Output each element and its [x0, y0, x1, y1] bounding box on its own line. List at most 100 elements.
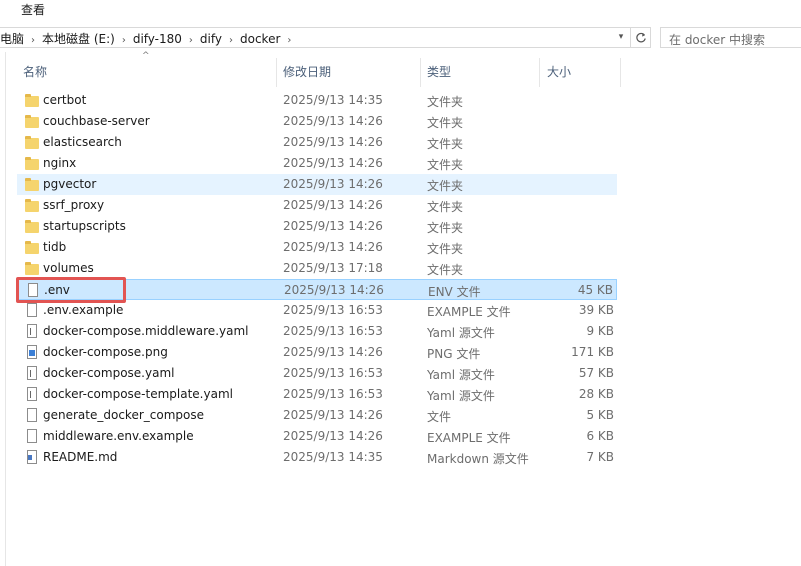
file-name: startupscripts [43, 219, 126, 233]
file-type: Markdown 源文件 [427, 452, 529, 466]
refresh-button[interactable] [631, 27, 651, 48]
file-name: nginx [43, 156, 77, 170]
file-type: Yaml 源文件 [427, 326, 495, 340]
file-size: 39 KB [578, 303, 614, 317]
file-date: 2025/9/13 16:53 [283, 387, 383, 401]
file-row[interactable]: startupscripts 2025/9/13 14:26 文件夹 [17, 216, 617, 237]
file-name: couchbase-server [43, 114, 150, 128]
column-header-date[interactable]: 修改日期 [283, 63, 331, 80]
file-row[interactable]: generate_docker_compose 2025/9/13 14:26 文件… [17, 405, 617, 426]
file-size: 57 KB [578, 366, 614, 380]
folder-icon [25, 135, 39, 150]
file-row[interactable]: docker-compose-template.yaml 2025/9/13 16… [17, 384, 617, 405]
file-name: docker-compose.png [43, 345, 168, 359]
file-size: 45 KB [577, 283, 613, 297]
file-row[interactable]: docker-compose.yaml 2025/9/13 16:53 Yaml 源… [17, 363, 617, 384]
file-row[interactable]: docker-compose.middleware.yaml 2025/9/13 … [17, 321, 617, 342]
file-size: 28 KB [578, 387, 614, 401]
file-date: 2025/9/13 14:26 [284, 283, 384, 297]
column-header-size[interactable]: 大小 [547, 63, 571, 80]
file-type: Yaml 源文件 [427, 368, 495, 382]
file-type: ENV 文件 [428, 285, 481, 299]
file-date: 2025/9/13 14:26 [283, 240, 383, 254]
folder-icon [25, 156, 39, 171]
file-type: 文件夹 [427, 137, 464, 151]
file-name: .env [44, 283, 70, 297]
navigation-pane-edge [5, 52, 6, 566]
file-name: README.md [43, 450, 118, 464]
file-date: 2025/9/13 14:26 [283, 345, 383, 359]
file-date: 2025/9/13 14:35 [283, 450, 383, 464]
column-header-name[interactable]: 名称 [23, 63, 47, 80]
file-type: 文件夹 [427, 116, 464, 130]
file-type: 文件夹 [427, 158, 464, 172]
file-row[interactable]: README.md 2025/9/13 14:35 Markdown 源文件 7 KB [17, 447, 617, 468]
folder-icon [25, 93, 39, 108]
file-row[interactable]: couchbase-server 2025/9/13 14:26 文件夹 [17, 111, 617, 132]
crumb-docker[interactable]: docker [240, 32, 280, 46]
file-name: generate_docker_compose [43, 408, 204, 422]
file-name: elasticsearch [43, 135, 122, 149]
breadcrumb: 此电脑›本地磁盘 (E:)›dify-180›dify›docker› [0, 30, 298, 47]
markdown-file-icon [25, 450, 39, 465]
file-date: 2025/9/13 14:26 [283, 135, 383, 149]
file-name: certbot [43, 93, 87, 107]
column-divider[interactable] [276, 58, 277, 87]
chevron-right-icon[interactable]: › [182, 35, 200, 46]
column-divider[interactable] [420, 58, 421, 87]
yaml-file-icon [25, 366, 39, 381]
chevron-right-icon[interactable]: › [24, 35, 42, 46]
column-divider[interactable] [620, 58, 621, 87]
menu-view[interactable]: 查看 [21, 1, 45, 18]
file-name: volumes [43, 261, 94, 275]
file-name: middleware.env.example [43, 429, 194, 443]
file-icon [25, 408, 39, 423]
file-row[interactable]: pgvector 2025/9/13 14:26 文件夹 [17, 174, 617, 195]
column-divider[interactable] [539, 58, 540, 87]
address-dropdown-icon[interactable]: ▾ [615, 30, 627, 44]
file-row[interactable]: docker-compose.png 2025/9/13 14:26 PNG 文件 1… [17, 342, 617, 363]
menu-bar: 查看 [0, 0, 801, 19]
folder-icon [25, 177, 39, 192]
file-size: 6 KB [586, 429, 614, 443]
file-date: 2025/9/13 14:26 [283, 114, 383, 128]
file-date: 2025/9/13 14:35 [283, 93, 383, 107]
chevron-right-icon[interactable]: › [222, 35, 240, 46]
crumb-drive[interactable]: 本地磁盘 (E:) [42, 30, 115, 47]
column-header-type[interactable]: 类型 [427, 63, 451, 80]
file-row[interactable]: ssrf_proxy 2025/9/13 14:26 文件夹 [17, 195, 617, 216]
file-row[interactable]: tidb 2025/9/13 14:26 文件夹 [17, 237, 617, 258]
chevron-right-icon[interactable]: › [115, 35, 133, 46]
file-date: 2025/9/13 17:18 [283, 261, 383, 275]
folder-icon [25, 114, 39, 129]
file-type: 文件夹 [427, 95, 464, 109]
yaml-file-icon [25, 324, 39, 339]
folder-icon [25, 261, 39, 276]
chevron-right-icon[interactable]: › [280, 35, 298, 46]
file-row[interactable]: certbot 2025/9/13 14:35 文件夹 [17, 90, 617, 111]
search-box[interactable]: 在 docker 中搜索 [660, 27, 801, 48]
file-row[interactable]: volumes 2025/9/13 17:18 文件夹 [17, 258, 617, 279]
file-icon [26, 283, 40, 298]
file-name: docker-compose.yaml [43, 366, 175, 380]
file-type: 文件夹 [427, 242, 464, 256]
file-icon [25, 303, 39, 318]
address-bar[interactable]: 此电脑›本地磁盘 (E:)›dify-180›dify›docker› ▾ [0, 27, 631, 48]
file-size: 9 KB [586, 324, 614, 338]
file-date: 2025/9/13 14:26 [283, 408, 383, 422]
search-input[interactable]: 在 docker 中搜索 [669, 31, 765, 48]
file-type: 文件夹 [427, 263, 464, 277]
crumb-dify-180[interactable]: dify-180 [133, 32, 182, 46]
file-row[interactable]: elasticsearch 2025/9/13 14:26 文件夹 [17, 132, 617, 153]
file-name: tidb [43, 240, 67, 254]
file-row[interactable]: .env.example 2025/9/13 16:53 EXAMPLE 文件 39 … [17, 300, 617, 321]
crumb-dify[interactable]: dify [200, 32, 222, 46]
file-row[interactable]: nginx 2025/9/13 14:26 文件夹 [17, 153, 617, 174]
file-row[interactable]: middleware.env.example 2025/9/13 14:26 EXA… [17, 426, 617, 447]
crumb-this-pc[interactable]: 此电脑 [0, 30, 24, 47]
file-icon [25, 429, 39, 444]
file-type: 文件夹 [427, 200, 464, 214]
file-name: docker-compose-template.yaml [43, 387, 233, 401]
file-row[interactable]: .env 2025/9/13 14:26 ENV 文件 45 KB [17, 279, 617, 300]
folder-icon [25, 219, 39, 234]
